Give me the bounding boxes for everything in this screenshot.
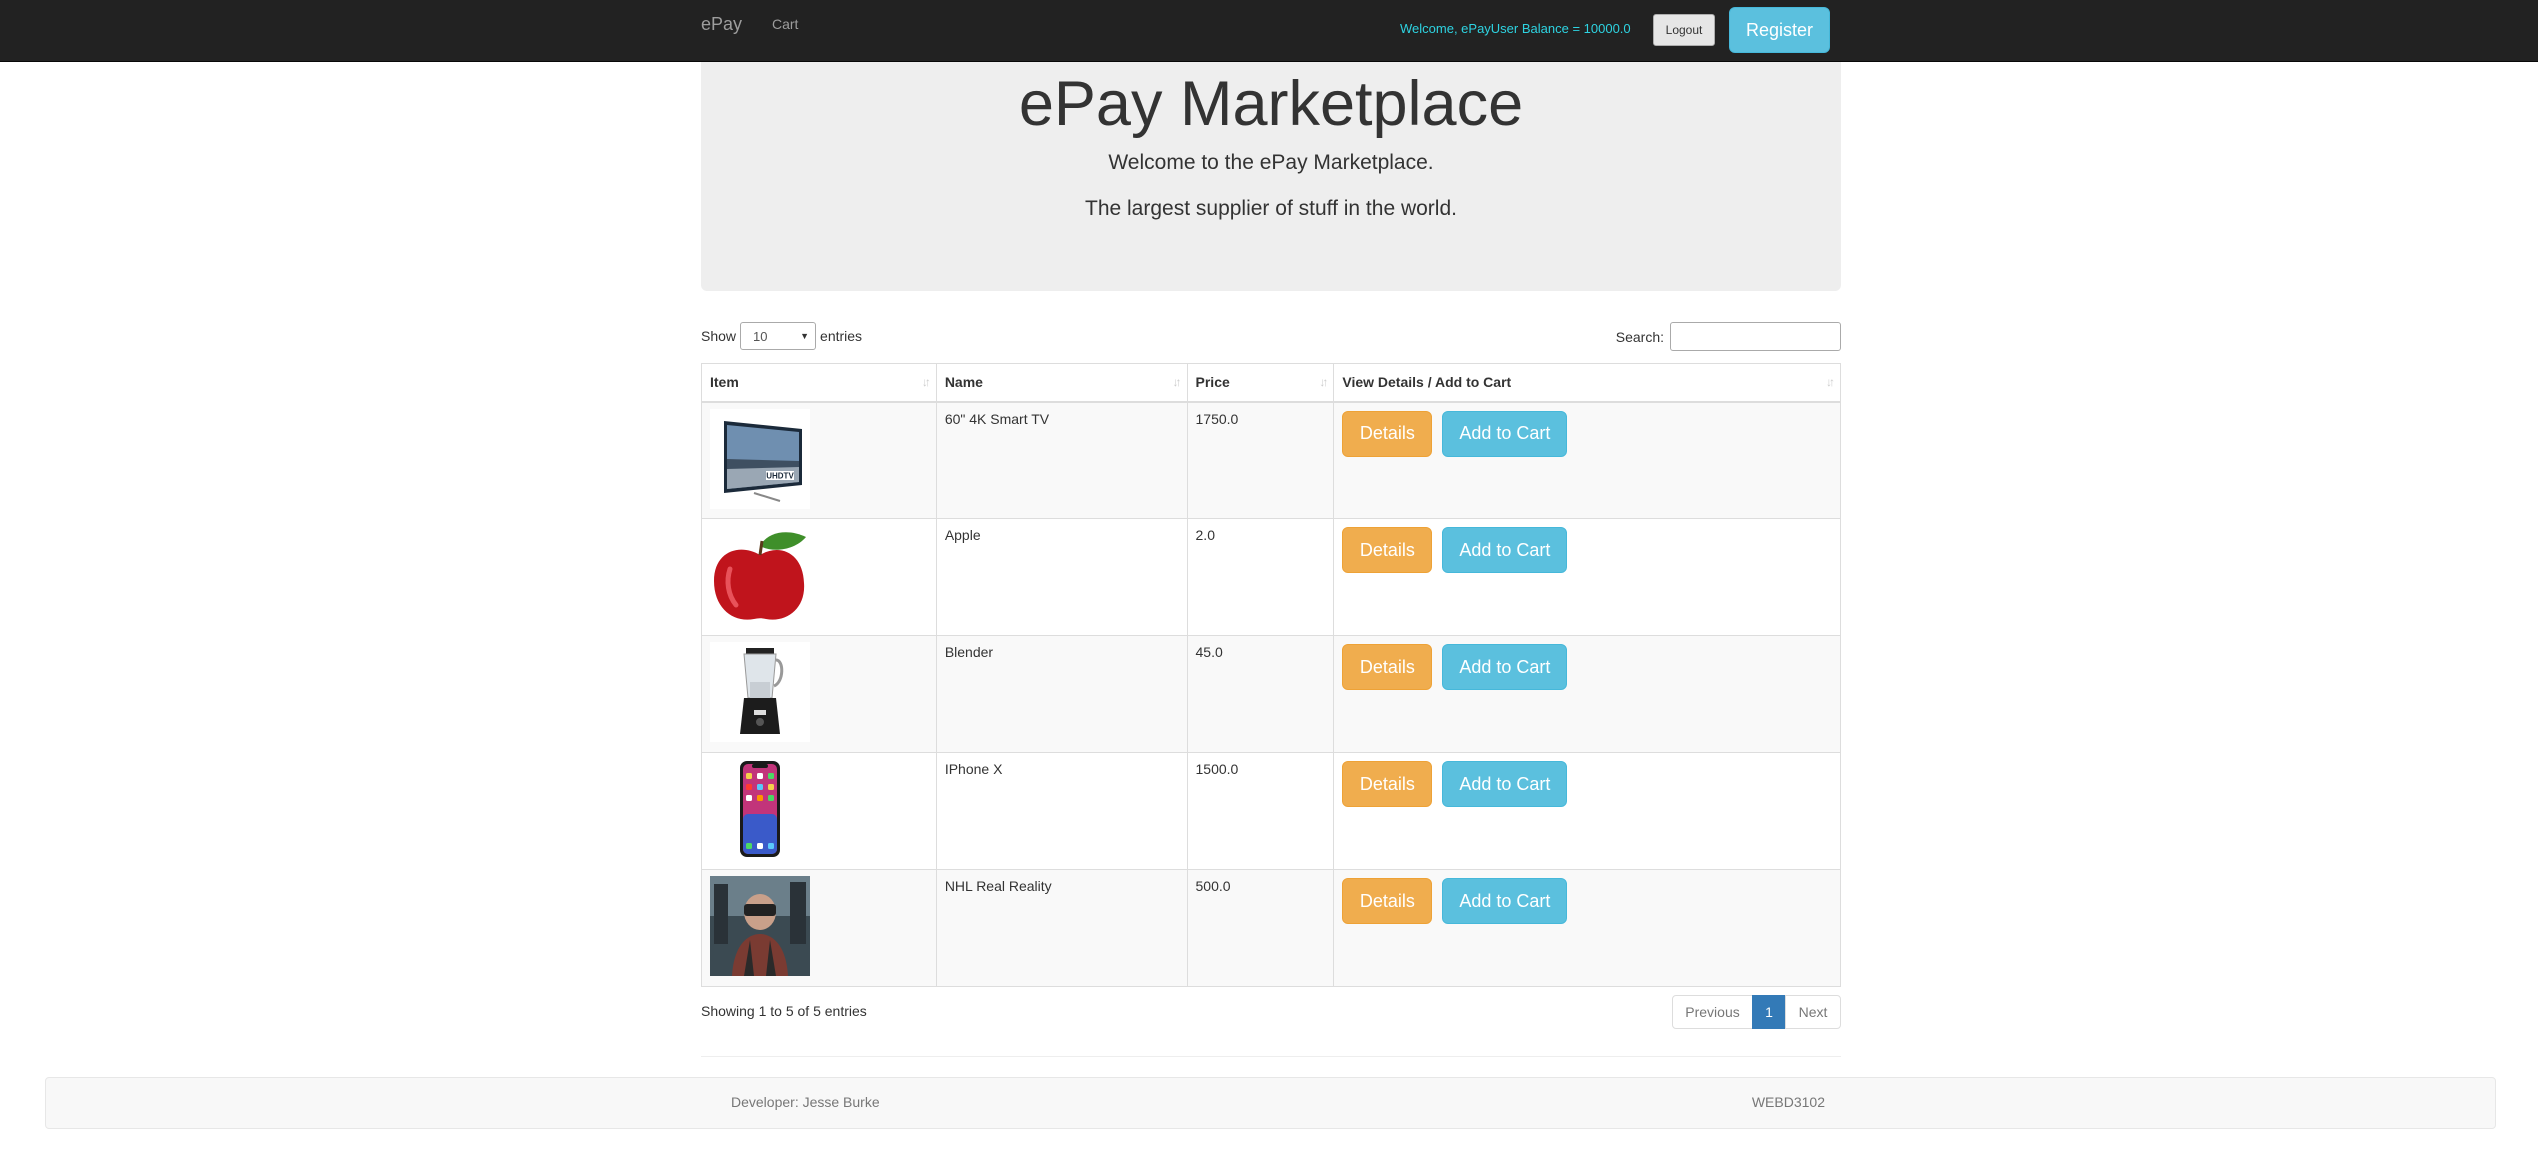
column-header-label: Name <box>944 374 983 391</box>
item-name: Apple <box>935 518 1188 636</box>
details-button[interactable]: Details <box>1342 878 1433 924</box>
blender-image <box>710 642 810 742</box>
item-actions: Details Add to Cart <box>1333 401 1841 519</box>
show-label: Show <box>701 328 737 344</box>
table-info: Showing 1 to 5 of 5 entries <box>701 1003 867 1019</box>
welcome-message: Welcome to the ePay Marketplace. <box>1108 151 1434 175</box>
entries-length-control: Show 10 ▼ entries <box>701 322 862 350</box>
column-header-label: View Details / Add to Cart <box>1342 374 1512 391</box>
item-actions: Details Add to Cart <box>1333 869 1841 987</box>
sort-icon: ↓↑ <box>1172 375 1182 389</box>
course-code: WEBD3102 <box>1751 1094 1825 1110</box>
column-header-name[interactable]: Name ↓↑ <box>935 363 1188 403</box>
item-image-cell: UHDTV <box>701 401 937 519</box>
item-price: 1750.0 <box>1186 401 1335 519</box>
add-to-cart-button[interactable]: Add to Cart <box>1442 644 1568 690</box>
details-button[interactable]: Details <box>1342 644 1433 690</box>
pagination-next[interactable]: Next <box>1785 995 1841 1029</box>
sort-icon: ↓↑ <box>1319 375 1328 389</box>
vr-headset-photo-image <box>710 876 810 976</box>
pagination: Previous 1 Next <box>1672 995 1841 1029</box>
details-button[interactable]: Details <box>1342 761 1433 807</box>
add-to-cart-button[interactable]: Add to Cart <box>1442 527 1568 573</box>
item-image-cell <box>701 518 937 636</box>
add-to-cart-button[interactable]: Add to Cart <box>1442 761 1568 807</box>
sort-icon: ↓↑ <box>1826 375 1835 389</box>
item-price: 500.0 <box>1186 869 1335 987</box>
item-name: Blender <box>935 635 1188 753</box>
iphone-image <box>710 759 810 859</box>
item-price: 45.0 <box>1186 635 1335 753</box>
footer: Developer: Jesse Burke WEBD3102 <box>45 1077 2496 1129</box>
table-row: UHDTV 60" 4K Smart TV 1750.0 Details Add… <box>701 401 1841 519</box>
page-title: ePay Marketplace <box>1018 69 1524 139</box>
table-row: Blender 45.0 Details Add to Cart <box>701 635 1841 753</box>
cart-link[interactable]: Cart <box>772 16 798 32</box>
item-image-cell <box>701 635 937 753</box>
welcome-balance-text: Welcome, ePayUser Balance = 10000.0 <box>1400 21 1631 36</box>
tagline: The largest supplier of stuff in the wor… <box>1085 197 1457 221</box>
item-actions: Details Add to Cart <box>1333 635 1841 753</box>
table-row: IPhone X 1500.0 Details Add to Cart <box>701 752 1841 870</box>
item-price: 1500.0 <box>1186 752 1335 870</box>
column-header-item[interactable]: Item ↓↑ <box>701 363 937 403</box>
column-header-label: Item <box>710 374 739 391</box>
products-table: Item ↓↑ Name ↓↑ Price ↓↑ View Details / Add… <box>701 363 1841 987</box>
column-header-price[interactable]: Price ↓↑ <box>1186 363 1335 403</box>
developer-credit: Developer: Jesse Burke <box>731 1094 880 1110</box>
details-button[interactable]: Details <box>1342 527 1433 573</box>
apple-image <box>710 525 810 625</box>
item-actions: Details Add to Cart <box>1333 518 1841 636</box>
table-row: Apple 2.0 Details Add to Cart <box>701 518 1841 636</box>
item-name: 60" 4K Smart TV <box>935 401 1188 519</box>
navbar: ePay Cart Welcome, ePayUser Balance = 10… <box>0 0 2538 62</box>
column-header-label: Price <box>1195 374 1230 391</box>
add-to-cart-button[interactable]: Add to Cart <box>1442 410 1568 457</box>
search-input[interactable] <box>1670 322 1841 351</box>
entries-select[interactable]: 10 ▼ <box>740 322 817 350</box>
divider <box>701 1056 1841 1057</box>
logout-button[interactable]: Logout <box>1653 14 1715 46</box>
item-price: 2.0 <box>1186 518 1335 636</box>
svg-text:UHDTV: UHDTV <box>766 471 794 480</box>
details-button[interactable]: Details <box>1342 410 1433 457</box>
column-header-actions[interactable]: View Details / Add to Cart ↓↑ <box>1333 363 1841 403</box>
register-button[interactable]: Register <box>1729 7 1830 53</box>
sort-icon: ↓↑ <box>921 375 931 389</box>
table-search: Search: <box>1616 322 1841 351</box>
table-header-row: Item ↓↑ Name ↓↑ Price ↓↑ View Details / Add… <box>701 363 1841 403</box>
brand-link[interactable]: ePay <box>701 14 742 35</box>
item-actions: Details Add to Cart <box>1333 752 1841 870</box>
item-name: NHL Real Reality <box>935 869 1188 987</box>
item-image-cell <box>701 869 937 987</box>
item-name: IPhone X <box>935 752 1188 870</box>
table-row: NHL Real Reality 500.0 Details Add to Ca… <box>701 869 1841 987</box>
jumbotron: ePay Marketplace Welcome to the ePay Mar… <box>701 62 1841 291</box>
entries-label: entries <box>820 328 863 344</box>
search-label: Search: <box>1615 328 1664 345</box>
pagination-previous[interactable]: Previous <box>1672 995 1753 1029</box>
chevron-down-icon: ▼ <box>800 331 810 341</box>
item-image-cell <box>701 752 937 870</box>
entries-select-value: 10 <box>753 328 768 344</box>
add-to-cart-button[interactable]: Add to Cart <box>1442 878 1568 924</box>
pagination-page-1[interactable]: 1 <box>1752 995 1786 1029</box>
smart-tv-image: UHDTV <box>710 408 810 509</box>
